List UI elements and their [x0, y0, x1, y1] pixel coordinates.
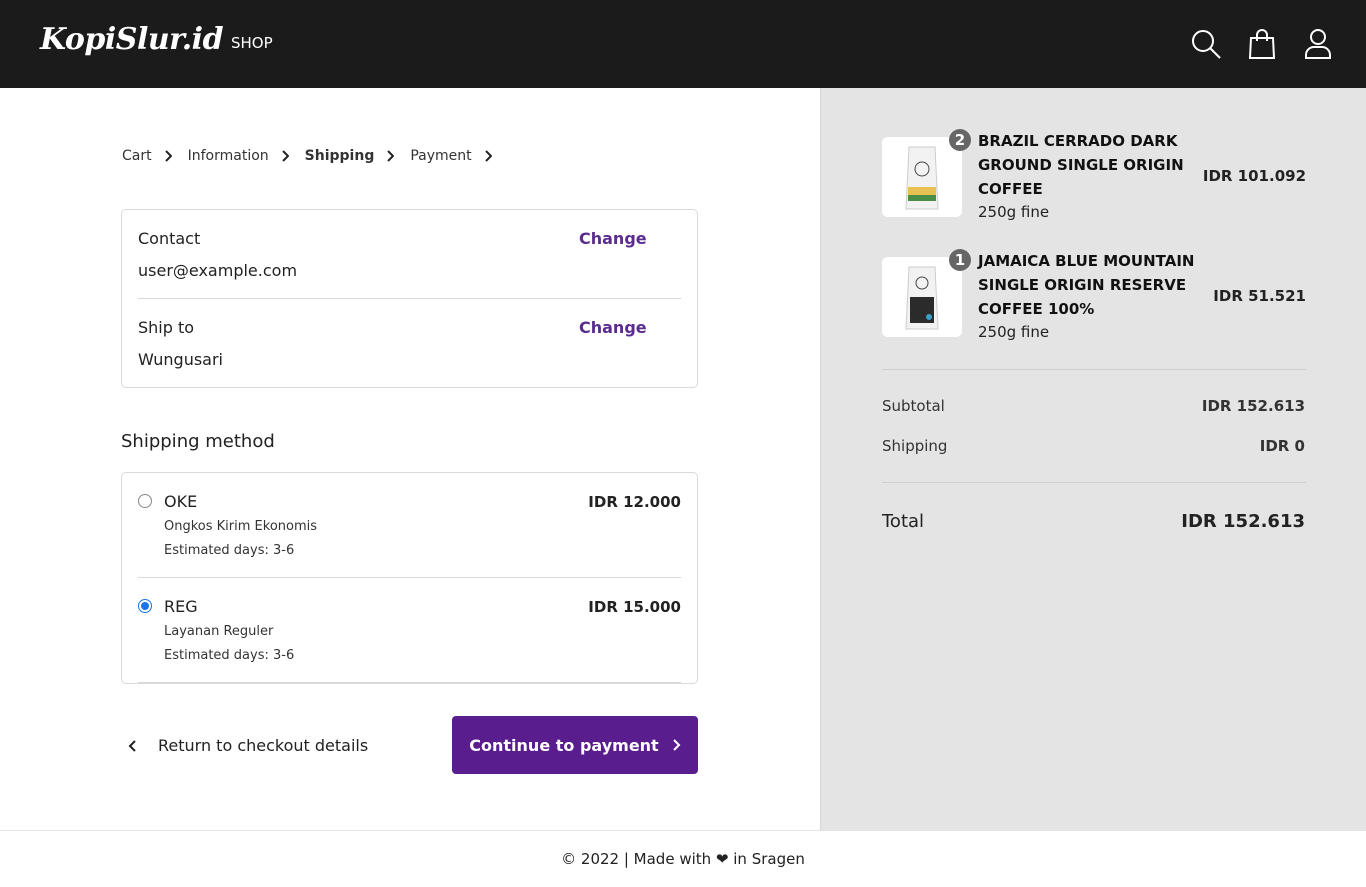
- return-label: Return to checkout details: [158, 736, 369, 755]
- continue-to-payment-button[interactable]: Continue to payment: [452, 716, 698, 774]
- ship-to-label: Ship to: [138, 318, 195, 337]
- breadcrumb-cart[interactable]: Cart: [122, 148, 188, 164]
- total-value: IDR 152.613: [1181, 511, 1305, 532]
- return-to-checkout-link[interactable]: Return to checkout details: [128, 736, 368, 755]
- continue-label: Continue to payment: [469, 735, 659, 755]
- shipping-option-description: Ongkos Kirim Ekonomis: [164, 519, 318, 534]
- divider: [138, 682, 681, 683]
- checkout-main: Cart Information Shipping Payment Contac…: [0, 88, 820, 830]
- breadcrumb-shipping[interactable]: Shipping: [305, 148, 411, 164]
- divider: [138, 298, 681, 299]
- shipping-option-radio-reg[interactable]: [138, 599, 152, 613]
- product-name: JAMAICA BLUE MOUNTAIN SINGLE ORIGIN RESE…: [978, 252, 1195, 318]
- shipping-option-description: Layanan Reguler: [164, 624, 274, 639]
- breadcrumb-information[interactable]: Information: [188, 148, 305, 164]
- shipping-option-estimate: Estimated days: 3-6: [164, 648, 295, 663]
- total-label: Total: [882, 511, 925, 532]
- product-thumbnail: [882, 137, 962, 217]
- shipping-cost-value: IDR 0: [1259, 437, 1305, 455]
- review-summary-box: Contact Change user@example.com Ship to …: [121, 209, 698, 388]
- product-price: IDR 51.521: [1213, 287, 1306, 305]
- breadcrumb-payment[interactable]: Payment: [410, 148, 507, 164]
- chevron-right-icon: [387, 150, 395, 162]
- footer: © 2022 | Made with ❤ in Sragen: [0, 830, 1366, 887]
- contact-label: Contact: [138, 229, 201, 248]
- product-price: IDR 101.092: [1202, 167, 1306, 185]
- shipping-method-title: Shipping method: [121, 431, 275, 452]
- top-navigation-bar: KopiSlur.id SHOP: [0, 0, 1366, 88]
- order-summary: 2 BRAZIL CERRADO DARK GROUND SINGLE ORIG…: [820, 88, 1366, 830]
- divider: [882, 369, 1306, 370]
- breadcrumb-label: Shipping: [304, 148, 375, 164]
- shipping-cost-label: Shipping: [882, 437, 948, 455]
- shipping-option-name: REG: [164, 597, 198, 616]
- breadcrumb-label: Cart: [122, 148, 152, 164]
- shipping-method-box: OKE IDR 12.000 Ongkos Kirim Ekonomis Est…: [121, 472, 698, 684]
- divider: [882, 482, 1306, 483]
- shipping-option-price: IDR 12.000: [588, 493, 681, 511]
- product-thumbnail: [882, 257, 962, 337]
- product-variant: 250g fine: [978, 203, 1050, 221]
- search-icon[interactable]: [1189, 26, 1223, 62]
- divider: [138, 577, 681, 578]
- subtotal-value: IDR 152.613: [1201, 397, 1305, 415]
- shipping-option-price: IDR 15.000: [588, 598, 681, 616]
- shipping-option-name: OKE: [164, 492, 198, 511]
- ship-to-value: Wungusari: [138, 350, 223, 369]
- breadcrumb-label: Information: [187, 148, 269, 164]
- quantity-badge: 2: [949, 129, 971, 151]
- subtotal-label: Subtotal: [882, 397, 945, 415]
- coffee-bag-image: [882, 137, 962, 217]
- chevron-right-icon: [672, 739, 681, 751]
- contact-value: user@example.com: [138, 261, 298, 280]
- shipping-option-estimate: Estimated days: 3-6: [164, 543, 295, 558]
- breadcrumb-label: Payment: [410, 148, 472, 164]
- chevron-right-icon: [484, 150, 492, 162]
- footer-text: © 2022 | Made with ❤ in Sragen: [561, 850, 805, 868]
- order-item: 2 BRAZIL CERRADO DARK GROUND SINGLE ORIG…: [882, 129, 1306, 233]
- product-variant: 250g fine: [978, 323, 1050, 341]
- quantity-badge: 1: [949, 249, 971, 271]
- breadcrumb: Cart Information Shipping Payment: [122, 148, 508, 164]
- user-icon[interactable]: [1301, 26, 1335, 62]
- shipping-option-radio-oke[interactable]: [138, 494, 152, 508]
- change-ship-to-link[interactable]: Change: [579, 318, 647, 337]
- chevron-right-icon: [281, 150, 289, 162]
- change-contact-link[interactable]: Change: [579, 229, 647, 248]
- product-name: BRAZIL CERRADO DARK GROUND SINGLE ORIGIN…: [978, 132, 1184, 198]
- site-logo[interactable]: KopiSlur.id: [40, 22, 224, 57]
- nav-shop-link[interactable]: SHOP: [231, 34, 273, 52]
- order-item: 1 JAMAICA BLUE MOUNTAIN SINGLE ORIGIN RE…: [882, 249, 1306, 353]
- chevron-left-icon: [128, 739, 136, 752]
- chevron-right-icon: [164, 150, 172, 162]
- coffee-bag-image: [882, 257, 962, 337]
- shopping-bag-icon[interactable]: [1245, 26, 1279, 62]
